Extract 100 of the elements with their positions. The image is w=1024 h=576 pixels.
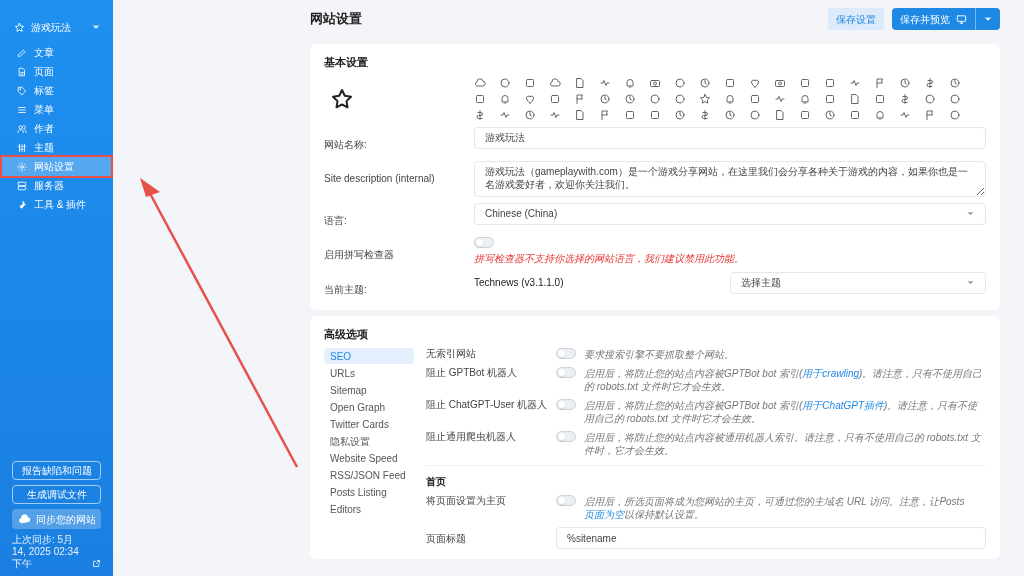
bell-icon[interactable]: [624, 76, 636, 89]
square-icon[interactable]: [824, 92, 836, 105]
text-field[interactable]: %sitename: [556, 527, 986, 549]
sidebar-button[interactable]: 报告缺陷和问题: [12, 461, 101, 480]
dollar-icon[interactable]: [899, 92, 911, 105]
sidebar-item[interactable]: 菜单: [0, 100, 113, 119]
square-icon[interactable]: [749, 92, 761, 105]
square-icon[interactable]: [724, 76, 736, 89]
settings-tab[interactable]: Sitemap: [324, 382, 414, 398]
square-icon[interactable]: [799, 76, 811, 89]
square-icon[interactable]: [474, 92, 486, 105]
settings-tab[interactable]: Editors: [324, 501, 414, 517]
circle-icon[interactable]: [499, 76, 511, 89]
clock-icon[interactable]: [824, 108, 836, 121]
sidebar-item[interactable]: 网站设置: [0, 157, 113, 176]
circle-icon[interactable]: [649, 92, 661, 105]
external-link-icon[interactable]: [92, 559, 101, 568]
settings-tab[interactable]: 隐私设置: [324, 433, 414, 449]
description-field[interactable]: 游戏玩法（gameplaywith.com）是一个游戏分享网站，在这里我们会分享各种关于游戏的内容，如果你也是一名游戏爱好者，欢迎你关注我们。: [474, 160, 986, 197]
settings-tab[interactable]: SEO: [324, 348, 414, 364]
clock-icon[interactable]: [599, 92, 611, 105]
settings-tab[interactable]: Twitter Cards: [324, 416, 414, 432]
circle-icon[interactable]: [674, 92, 686, 105]
settings-tab[interactable]: Posts Listing: [324, 484, 414, 500]
caret-icon[interactable]: [91, 22, 101, 32]
sync-button[interactable]: 同步您的网站: [12, 509, 101, 529]
clock-icon[interactable]: [724, 108, 736, 121]
sidebar-item[interactable]: 文章: [0, 43, 113, 62]
document-icon[interactable]: [774, 108, 786, 121]
dollar-icon[interactable]: [924, 76, 936, 89]
save-button[interactable]: 保存设置: [828, 8, 884, 30]
sidebar-button[interactable]: 生成调试文件: [12, 485, 101, 504]
bell-icon[interactable]: [499, 92, 511, 105]
square-icon[interactable]: [824, 76, 836, 89]
clock-icon[interactable]: [524, 108, 536, 121]
sidebar-item[interactable]: 作者: [0, 119, 113, 138]
flag-icon[interactable]: [599, 108, 611, 121]
sidebar-item[interactable]: 标签: [0, 81, 113, 100]
circle-icon[interactable]: [949, 108, 961, 121]
last-sync-text: 上次同步: 5月 14, 2025 02:34 下午: [12, 534, 80, 570]
split-button[interactable]: 保存并预览: [892, 8, 1000, 30]
square-icon[interactable]: [874, 92, 886, 105]
heart-icon[interactable]: [749, 76, 761, 89]
settings-tab[interactable]: Open Graph: [324, 399, 414, 415]
toggle-switch[interactable]: [556, 431, 576, 442]
square-icon[interactable]: [799, 108, 811, 121]
clock-icon[interactable]: [624, 92, 636, 105]
clock-icon[interactable]: [949, 76, 961, 89]
help-text: 要求搜索引擎不要抓取整个网站。: [584, 348, 734, 361]
dollar-icon[interactable]: [474, 108, 486, 121]
circle-icon[interactable]: [924, 92, 936, 105]
star-icon[interactable]: [699, 92, 711, 105]
link[interactable]: 页面为空: [584, 509, 624, 520]
clock-icon[interactable]: [699, 76, 711, 89]
site-title[interactable]: 游戏玩法: [31, 19, 85, 35]
flag-icon[interactable]: [924, 108, 936, 121]
document-icon[interactable]: [574, 108, 586, 121]
flag-icon[interactable]: [574, 92, 586, 105]
flag-icon[interactable]: [874, 76, 886, 89]
sidebar-item[interactable]: 服务器: [0, 176, 113, 195]
circle-icon[interactable]: [749, 108, 761, 121]
toggle-switch[interactable]: [556, 348, 576, 359]
document-icon[interactable]: [849, 92, 861, 105]
square-icon[interactable]: [549, 92, 561, 105]
bell-icon[interactable]: [799, 92, 811, 105]
cloud-icon[interactable]: [474, 76, 486, 89]
warning-text: 拼写检查器不支持你选择的网站语言，我们建议禁用此功能。: [474, 251, 745, 266]
square-icon[interactable]: [849, 108, 861, 121]
bell-icon[interactable]: [874, 108, 886, 121]
document-icon[interactable]: [574, 76, 586, 89]
circle-icon[interactable]: [949, 92, 961, 105]
section-title: 首页: [426, 475, 447, 489]
star-icon: [14, 21, 25, 33]
settings-tab[interactable]: URLs: [324, 365, 414, 381]
server-icon: [17, 180, 27, 191]
text-field[interactable]: 游戏玩法: [474, 126, 986, 149]
sidebar-item[interactable]: 主题: [0, 138, 113, 157]
square-icon[interactable]: [624, 108, 636, 121]
toggle-switch[interactable]: [474, 236, 494, 248]
theme-select[interactable]: 选择主题: [730, 271, 986, 294]
page-title: 网站设置: [310, 10, 362, 29]
dollar-icon[interactable]: [699, 108, 711, 121]
toggle-switch[interactable]: [556, 399, 576, 410]
square-icon[interactable]: [524, 76, 536, 89]
settings-tab[interactable]: RSS/JSON Feed: [324, 467, 414, 483]
clock-icon[interactable]: [899, 76, 911, 89]
language-select[interactable]: Chinese (China): [474, 202, 986, 225]
sidebar-item[interactable]: 工具 & 插件: [0, 195, 113, 214]
cloud-icon: [17, 512, 31, 526]
settings-tab[interactable]: Website Speed: [324, 450, 414, 466]
heart-icon[interactable]: [524, 92, 536, 105]
sidebar-item[interactable]: 页面: [0, 62, 113, 81]
toggle-switch[interactable]: [556, 367, 576, 378]
toggle-switch[interactable]: [556, 495, 576, 506]
bell-icon[interactable]: [724, 92, 736, 105]
cloud-icon[interactable]: [549, 76, 561, 89]
clock-icon[interactable]: [674, 108, 686, 121]
circle-icon[interactable]: [674, 76, 686, 89]
square-icon[interactable]: [649, 108, 661, 121]
save-preview-button[interactable]: 保存并预览: [892, 8, 975, 30]
